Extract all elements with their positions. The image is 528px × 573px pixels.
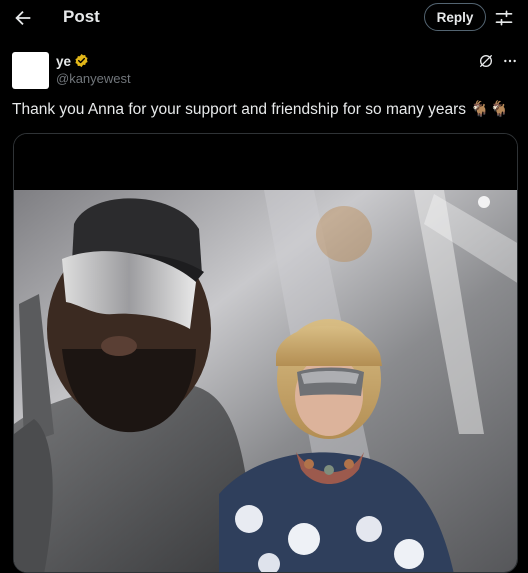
author-handle[interactable]: @kanyewest <box>56 71 131 86</box>
sliders-icon[interactable] <box>494 8 514 28</box>
reply-button[interactable]: Reply <box>424 3 486 31</box>
photo-illustration <box>14 134 517 572</box>
author-name[interactable]: ye <box>56 54 71 69</box>
arrow-left-icon[interactable] <box>12 7 34 29</box>
more-icon[interactable] <box>502 53 518 69</box>
avatar[interactable] <box>12 52 49 89</box>
page-title: Post <box>63 7 100 26</box>
post-image[interactable] <box>13 133 518 573</box>
top-bar: Post Reply <box>0 0 528 36</box>
post-text: Thank you Anna for your support and frie… <box>12 101 509 118</box>
verified-badge-icon <box>75 53 88 68</box>
grok-icon[interactable] <box>478 53 494 69</box>
